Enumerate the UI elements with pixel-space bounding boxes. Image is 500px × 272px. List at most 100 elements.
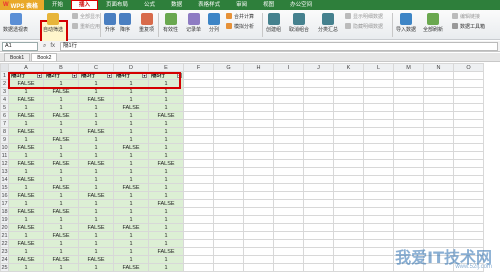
data-cell[interactable]: 1: [148, 135, 184, 144]
data-cell[interactable]: 1: [113, 111, 149, 120]
empty-cell[interactable]: [183, 119, 214, 128]
empty-cell[interactable]: [423, 127, 454, 136]
empty-cell[interactable]: [243, 199, 274, 208]
empty-cell[interactable]: [303, 135, 334, 144]
data-cell[interactable]: 1: [43, 191, 79, 200]
empty-cell[interactable]: [393, 183, 424, 192]
empty-cell[interactable]: [423, 119, 454, 128]
empty-cell[interactable]: [213, 239, 244, 248]
data-cell[interactable]: FALSE: [8, 207, 44, 216]
column-header[interactable]: K: [333, 63, 364, 72]
import-data-button[interactable]: 导入数据: [396, 13, 416, 33]
empty-cell[interactable]: [333, 111, 364, 120]
empty-cell[interactable]: [333, 119, 364, 128]
refresh-all-button[interactable]: 全部刷新: [423, 13, 443, 33]
empty-cell[interactable]: [453, 183, 484, 192]
split-column-button[interactable]: 分列: [208, 13, 220, 33]
empty-cell[interactable]: [213, 199, 244, 208]
empty-cell[interactable]: [363, 263, 394, 272]
column-header[interactable]: B: [43, 63, 79, 72]
empty-cell[interactable]: [243, 103, 274, 112]
empty-cell[interactable]: [363, 199, 394, 208]
ungroup-button[interactable]: 取消组合: [289, 13, 309, 33]
empty-cell[interactable]: [303, 71, 334, 80]
empty-cell[interactable]: [423, 79, 454, 88]
empty-cell[interactable]: [423, 143, 454, 152]
data-cell[interactable]: 1: [78, 239, 114, 248]
data-cell[interactable]: 1: [113, 207, 149, 216]
autofilter-button[interactable]: 自动筛选: [43, 13, 63, 33]
empty-cell[interactable]: [423, 215, 454, 224]
empty-cell[interactable]: [363, 71, 394, 80]
data-cell[interactable]: 1: [113, 79, 149, 88]
empty-cell[interactable]: [453, 167, 484, 176]
empty-cell[interactable]: [393, 215, 424, 224]
empty-cell[interactable]: [393, 87, 424, 96]
data-cell[interactable]: FALSE: [113, 143, 149, 152]
empty-cell[interactable]: [453, 87, 484, 96]
data-cell[interactable]: 1: [43, 127, 79, 136]
filter-dropdown-icon[interactable]: ▾: [72, 73, 77, 78]
empty-cell[interactable]: [333, 159, 364, 168]
data-cell[interactable]: 1: [8, 151, 44, 160]
filter-header-cell[interactable]: 隔3行 ▾: [78, 71, 114, 80]
empty-cell[interactable]: [213, 127, 244, 136]
empty-cell[interactable]: [393, 167, 424, 176]
fx-icon[interactable]: fx: [50, 43, 55, 50]
data-cell[interactable]: FALSE: [8, 175, 44, 184]
empty-cell[interactable]: [303, 79, 334, 88]
empty-cell[interactable]: [453, 175, 484, 184]
data-cell[interactable]: FALSE: [43, 159, 79, 168]
empty-cell[interactable]: [363, 151, 394, 160]
empty-cell[interactable]: [333, 207, 364, 216]
data-cell[interactable]: FALSE: [8, 111, 44, 120]
data-cell[interactable]: FALSE: [113, 103, 149, 112]
empty-cell[interactable]: [333, 223, 364, 232]
data-cell[interactable]: 1: [113, 167, 149, 176]
row-header[interactable]: 25: [0, 263, 9, 272]
empty-cell[interactable]: [453, 79, 484, 88]
empty-cell[interactable]: [363, 215, 394, 224]
empty-cell[interactable]: [243, 255, 274, 264]
empty-cell[interactable]: [363, 135, 394, 144]
data-cell[interactable]: 1: [148, 263, 184, 272]
empty-cell[interactable]: [243, 191, 274, 200]
data-cell[interactable]: 1: [43, 143, 79, 152]
column-header[interactable]: M: [393, 63, 424, 72]
empty-cell[interactable]: [303, 247, 334, 256]
data-cell[interactable]: 1: [113, 87, 149, 96]
empty-cell[interactable]: [183, 95, 214, 104]
empty-cell[interactable]: [273, 231, 304, 240]
data-cell[interactable]: 1: [43, 175, 79, 184]
empty-cell[interactable]: [453, 111, 484, 120]
empty-cell[interactable]: [363, 231, 394, 240]
data-cell[interactable]: FALSE: [78, 127, 114, 136]
empty-cell[interactable]: [423, 159, 454, 168]
data-cell[interactable]: 1: [113, 247, 149, 256]
empty-cell[interactable]: [213, 191, 244, 200]
empty-cell[interactable]: [273, 215, 304, 224]
empty-cell[interactable]: [273, 143, 304, 152]
column-header[interactable]: H: [243, 63, 274, 72]
menu-item[interactable]: 数据: [163, 0, 190, 10]
search-icon[interactable]: ⌕: [43, 43, 46, 50]
data-cell[interactable]: 1: [148, 215, 184, 224]
empty-cell[interactable]: [243, 151, 274, 160]
formula-input[interactable]: 隔1行: [60, 41, 498, 51]
empty-cell[interactable]: [303, 95, 334, 104]
empty-cell[interactable]: [393, 175, 424, 184]
menu-item[interactable]: 视图: [255, 0, 282, 10]
data-cell[interactable]: FALSE: [148, 111, 184, 120]
data-cell[interactable]: 1: [78, 103, 114, 112]
empty-cell[interactable]: [363, 191, 394, 200]
empty-cell[interactable]: [273, 183, 304, 192]
empty-cell[interactable]: [243, 263, 274, 272]
empty-cell[interactable]: [213, 255, 244, 264]
data-cell[interactable]: 1: [78, 207, 114, 216]
empty-cell[interactable]: [333, 127, 364, 136]
row-header[interactable]: 18: [0, 207, 9, 216]
data-cell[interactable]: 1: [8, 215, 44, 224]
data-cell[interactable]: 1: [148, 207, 184, 216]
data-cell[interactable]: 1: [148, 231, 184, 240]
data-cell[interactable]: 1: [113, 231, 149, 240]
